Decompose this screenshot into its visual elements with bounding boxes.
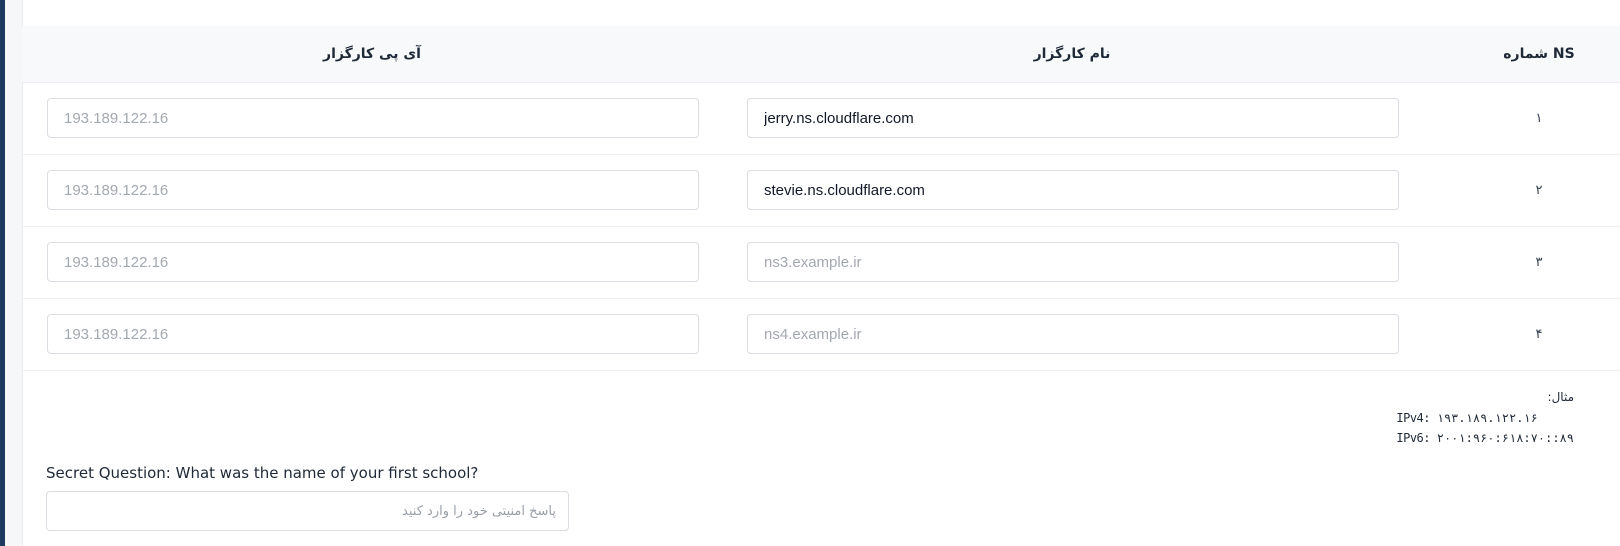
name-cell [722,226,1422,298]
table-row: ۲ [22,154,1620,226]
ns-number: ۲ [1535,182,1543,198]
ns-number: ۳ [1535,254,1543,270]
ip-cell [22,82,722,154]
table-row: ۳ [22,226,1620,298]
name-cell [722,298,1422,370]
ns-number: ۴ [1535,326,1543,342]
ns4-ip-input[interactable] [47,314,699,354]
table-row: ۴ [22,298,1620,370]
ns1-ip-input[interactable] [47,98,699,138]
header-ns-ip: آی پی کارگزار [323,45,421,62]
ns-number: ۱ [1535,110,1543,126]
name-cell [722,82,1422,154]
example-ipv6: IPv6: ۲۰۰۱:۹۶۰:۶۱۸:۷۰::۸۹ [1396,431,1574,445]
table-header: آی پی کارگزار نام کارگزار شماره NS [22,26,1620,82]
name-cell [722,154,1422,226]
left-gutter [5,0,23,546]
example-ipv4: IPv4: ۱۹۳.۱۸۹.۱۲۲.۱۶ [1396,411,1538,425]
table-header-row: آی پی کارگزار نام کارگزار شماره NS [22,26,1620,82]
secret-answer-input[interactable] [46,491,569,531]
secret-question-label: Secret Question: What was the name of yo… [46,464,479,482]
ip-cell [22,154,722,226]
ns2-ip-input[interactable] [47,170,699,210]
ns3-ip-input[interactable] [47,242,699,282]
ip-cell [22,298,722,370]
ns4-name-input[interactable] [747,314,1399,354]
ip-cell [22,226,722,298]
header-ns-number: شماره NS [1503,45,1575,62]
table-row: ۱ [22,82,1620,154]
ns2-name-input[interactable] [747,170,1399,210]
ns3-name-input[interactable] [747,242,1399,282]
header-ns-name: نام کارگزار [1033,45,1111,62]
example-title: مثال: [1547,390,1574,404]
nameserver-table: آی پی کارگزار نام کارگزار شماره NS ۱ ۲ [22,26,1620,371]
ip-example-block: مثال: IPv4: ۱۹۳.۱۸۹.۱۲۲.۱۶ IPv6: ۲۰۰۱:۹۶… [1396,390,1574,448]
ns1-name-input[interactable] [747,98,1399,138]
